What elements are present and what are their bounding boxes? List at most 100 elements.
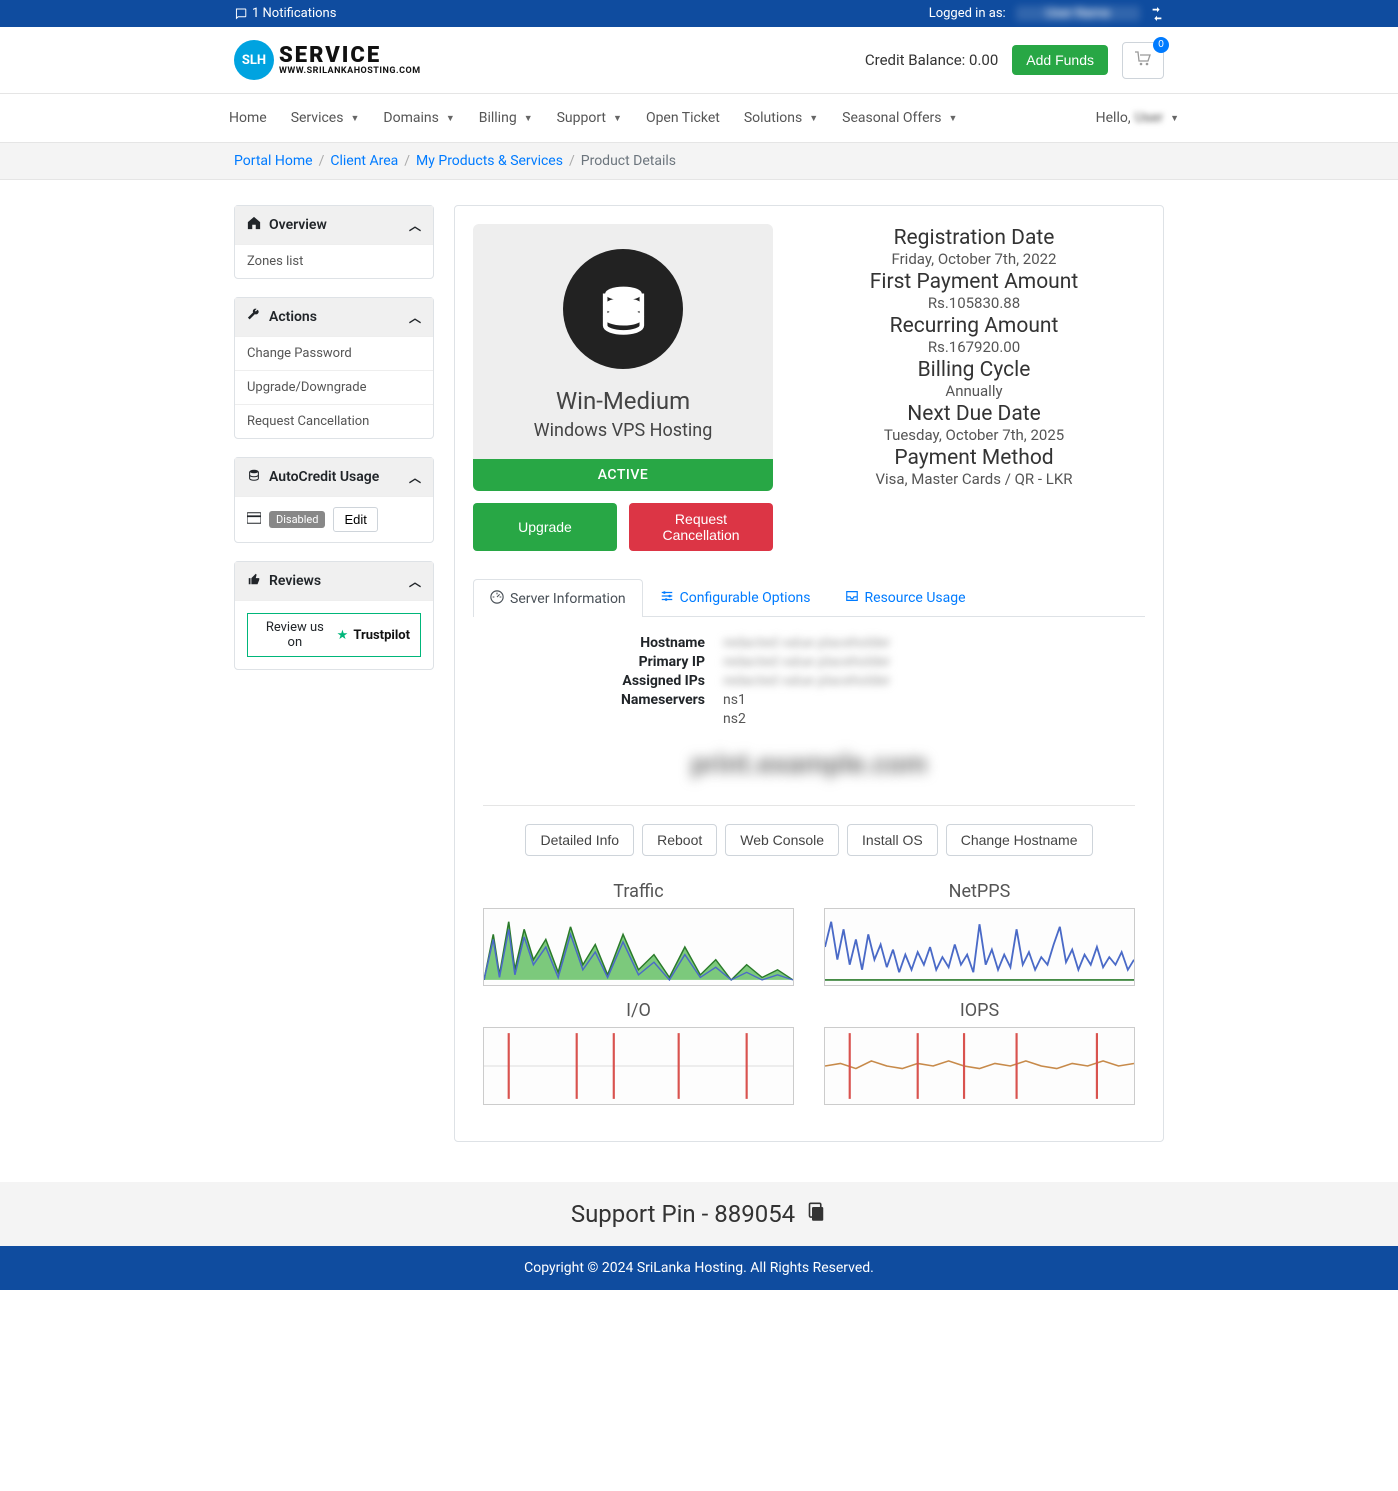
nav-item-solutions[interactable]: Solutions▼ <box>734 104 828 132</box>
chart-image[interactable] <box>824 1027 1135 1105</box>
chart-image[interactable] <box>483 1027 794 1105</box>
chevron-down-icon: ▼ <box>809 113 818 124</box>
action-item[interactable]: Upgrade/Downgrade <box>235 370 433 404</box>
inbox-icon <box>845 589 859 607</box>
upgrade-button[interactable]: Upgrade <box>473 503 617 551</box>
chart-iops: IOPS <box>824 1000 1135 1105</box>
hello-name: User <box>1135 110 1163 126</box>
info-label: First Payment Amount <box>803 270 1145 294</box>
breadcrumb-link[interactable]: My Products & Services <box>416 153 563 169</box>
logged-in-user: User Name <box>1016 6 1140 21</box>
add-funds-button[interactable]: Add Funds <box>1012 45 1108 75</box>
topbar: 1 Notifications Logged in as: User Name <box>0 0 1398 27</box>
server-field-key: Assigned IPs <box>483 673 723 689</box>
logo-badge: SLH <box>234 40 274 80</box>
info-value: Annually <box>803 382 1145 400</box>
logo[interactable]: SLH SERVICE WWW.SRILANKAHOSTING.COM <box>234 40 421 80</box>
nav-item-open-ticket[interactable]: Open Ticket <box>636 104 730 132</box>
cart-badge: 0 <box>1153 37 1169 53</box>
chevron-up-icon: ︿ <box>409 217 421 234</box>
server-field-key: Nameservers <box>483 692 723 708</box>
switch-user-icon[interactable] <box>1150 6 1164 21</box>
change-hostname-button[interactable]: Change Hostname <box>946 824 1093 856</box>
action-item[interactable]: Request Cancellation <box>235 404 433 438</box>
logo-main: SERVICE <box>279 45 421 67</box>
chart-title: NetPPS <box>824 881 1135 902</box>
reviews-header[interactable]: Reviews ︿ <box>235 562 433 600</box>
breadcrumb-bar: Portal Home/Client Area/My Products & Se… <box>0 143 1398 180</box>
breadcrumb-link[interactable]: Portal Home <box>234 153 313 169</box>
server-field-value: ns2 <box>723 711 1135 727</box>
info-label: Billing Cycle <box>803 358 1145 382</box>
nav-item-seasonal-offers[interactable]: Seasonal Offers▼ <box>832 104 967 132</box>
cart-icon <box>1135 55 1151 70</box>
overview-card: Overview ︿ Zones list <box>234 205 434 279</box>
database-icon <box>563 249 683 369</box>
info-value: Visa, Master Cards / QR - LKR <box>803 470 1145 488</box>
status-badge: ACTIVE <box>473 459 773 491</box>
thumbs-up-icon <box>247 572 261 590</box>
info-value: Rs.105830.88 <box>803 294 1145 312</box>
logo-sub: WWW.SRILANKAHOSTING.COM <box>279 67 421 76</box>
autocredit-card: AutoCredit Usage ︿ Disabled Edit <box>234 457 434 543</box>
header-bar: SLH SERVICE WWW.SRILANKAHOSTING.COM Cred… <box>0 27 1398 94</box>
nav-item-billing[interactable]: Billing▼ <box>469 104 543 132</box>
autocredit-edit-button[interactable]: Edit <box>333 507 377 532</box>
breadcrumb-link[interactable]: Client Area <box>330 153 398 169</box>
chart-traffic: Traffic <box>483 881 794 986</box>
trustpilot-label: Trustpilot <box>353 628 410 643</box>
server-field-value: redacted value placeholder <box>723 673 1135 689</box>
autocredit-header[interactable]: AutoCredit Usage ︿ <box>235 458 433 496</box>
chart-title: I/O <box>483 1000 794 1021</box>
action-item[interactable]: Change Password <box>235 336 433 370</box>
main-nav: HomeServices▼Domains▼Billing▼Support▼Ope… <box>0 94 1398 143</box>
install-os-button[interactable]: Install OS <box>847 824 938 856</box>
chevron-down-icon: ▼ <box>446 113 455 124</box>
chevron-down-icon: ▼ <box>1170 113 1179 124</box>
detailed-info-button[interactable]: Detailed Info <box>525 824 634 856</box>
support-pin-value: 889054 <box>714 1200 795 1228</box>
actions-header[interactable]: Actions ︿ <box>235 298 433 336</box>
content-panel: Win-Medium Windows VPS Hosting ACTIVE Up… <box>454 205 1164 1142</box>
reboot-button[interactable]: Reboot <box>642 824 717 856</box>
tab-configurable-options[interactable]: Configurable Options <box>643 579 828 616</box>
info-value: Friday, October 7th, 2022 <box>803 250 1145 268</box>
chart-netpps: NetPPS <box>824 881 1135 986</box>
info-value: Tuesday, October 7th, 2025 <box>803 426 1145 444</box>
overview-item[interactable]: Zones list <box>235 244 433 278</box>
chart-image[interactable] <box>483 908 794 986</box>
server-field-value: ns1 <box>723 692 1135 708</box>
support-pin-label: Support Pin - <box>571 1200 714 1228</box>
hello-dropdown[interactable]: Hello, User ▼ <box>1096 110 1179 126</box>
overview-title: Overview <box>269 217 327 233</box>
info-label: Next Due Date <box>803 402 1145 426</box>
nav-item-domains[interactable]: Domains▼ <box>373 104 464 132</box>
nav-item-support[interactable]: Support▼ <box>547 104 632 132</box>
cart-button[interactable]: 0 <box>1122 42 1164 79</box>
notifications-link[interactable]: 1 Notifications <box>234 6 336 21</box>
tab-label: Resource Usage <box>865 590 966 606</box>
nav-item-home[interactable]: Home <box>219 104 277 132</box>
nav-item-services[interactable]: Services▼ <box>281 104 370 132</box>
chevron-down-icon: ▼ <box>350 113 359 124</box>
overview-header[interactable]: Overview ︿ <box>235 206 433 244</box>
trustpilot-button[interactable]: Review us on ★ Trustpilot <box>247 613 421 657</box>
server-field-key: Hostname <box>483 635 723 651</box>
footer-text: Copyright © 2024 SriLanka Hosting. All R… <box>524 1260 874 1276</box>
credit-balance: Credit Balance: 0.00 <box>865 51 998 69</box>
tabs: Server Information Configurable Options … <box>473 579 1145 617</box>
tab-label: Server Information <box>510 591 626 607</box>
autocredit-status: Disabled <box>269 511 325 528</box>
chart-image[interactable] <box>824 908 1135 986</box>
autocredit-title: AutoCredit Usage <box>269 469 379 485</box>
tab-server-information[interactable]: Server Information <box>473 579 643 617</box>
wrench-icon <box>247 308 261 326</box>
copy-icon[interactable] <box>807 1200 827 1228</box>
reviews-title: Reviews <box>269 573 321 589</box>
reviews-card: Reviews ︿ Review us on ★ Trustpilot <box>234 561 434 670</box>
info-label: Payment Method <box>803 446 1145 470</box>
web-console-button[interactable]: Web Console <box>725 824 839 856</box>
chevron-up-icon: ︿ <box>409 309 421 326</box>
request-cancellation-button[interactable]: Request Cancellation <box>629 503 773 551</box>
tab-resource-usage[interactable]: Resource Usage <box>828 579 983 616</box>
